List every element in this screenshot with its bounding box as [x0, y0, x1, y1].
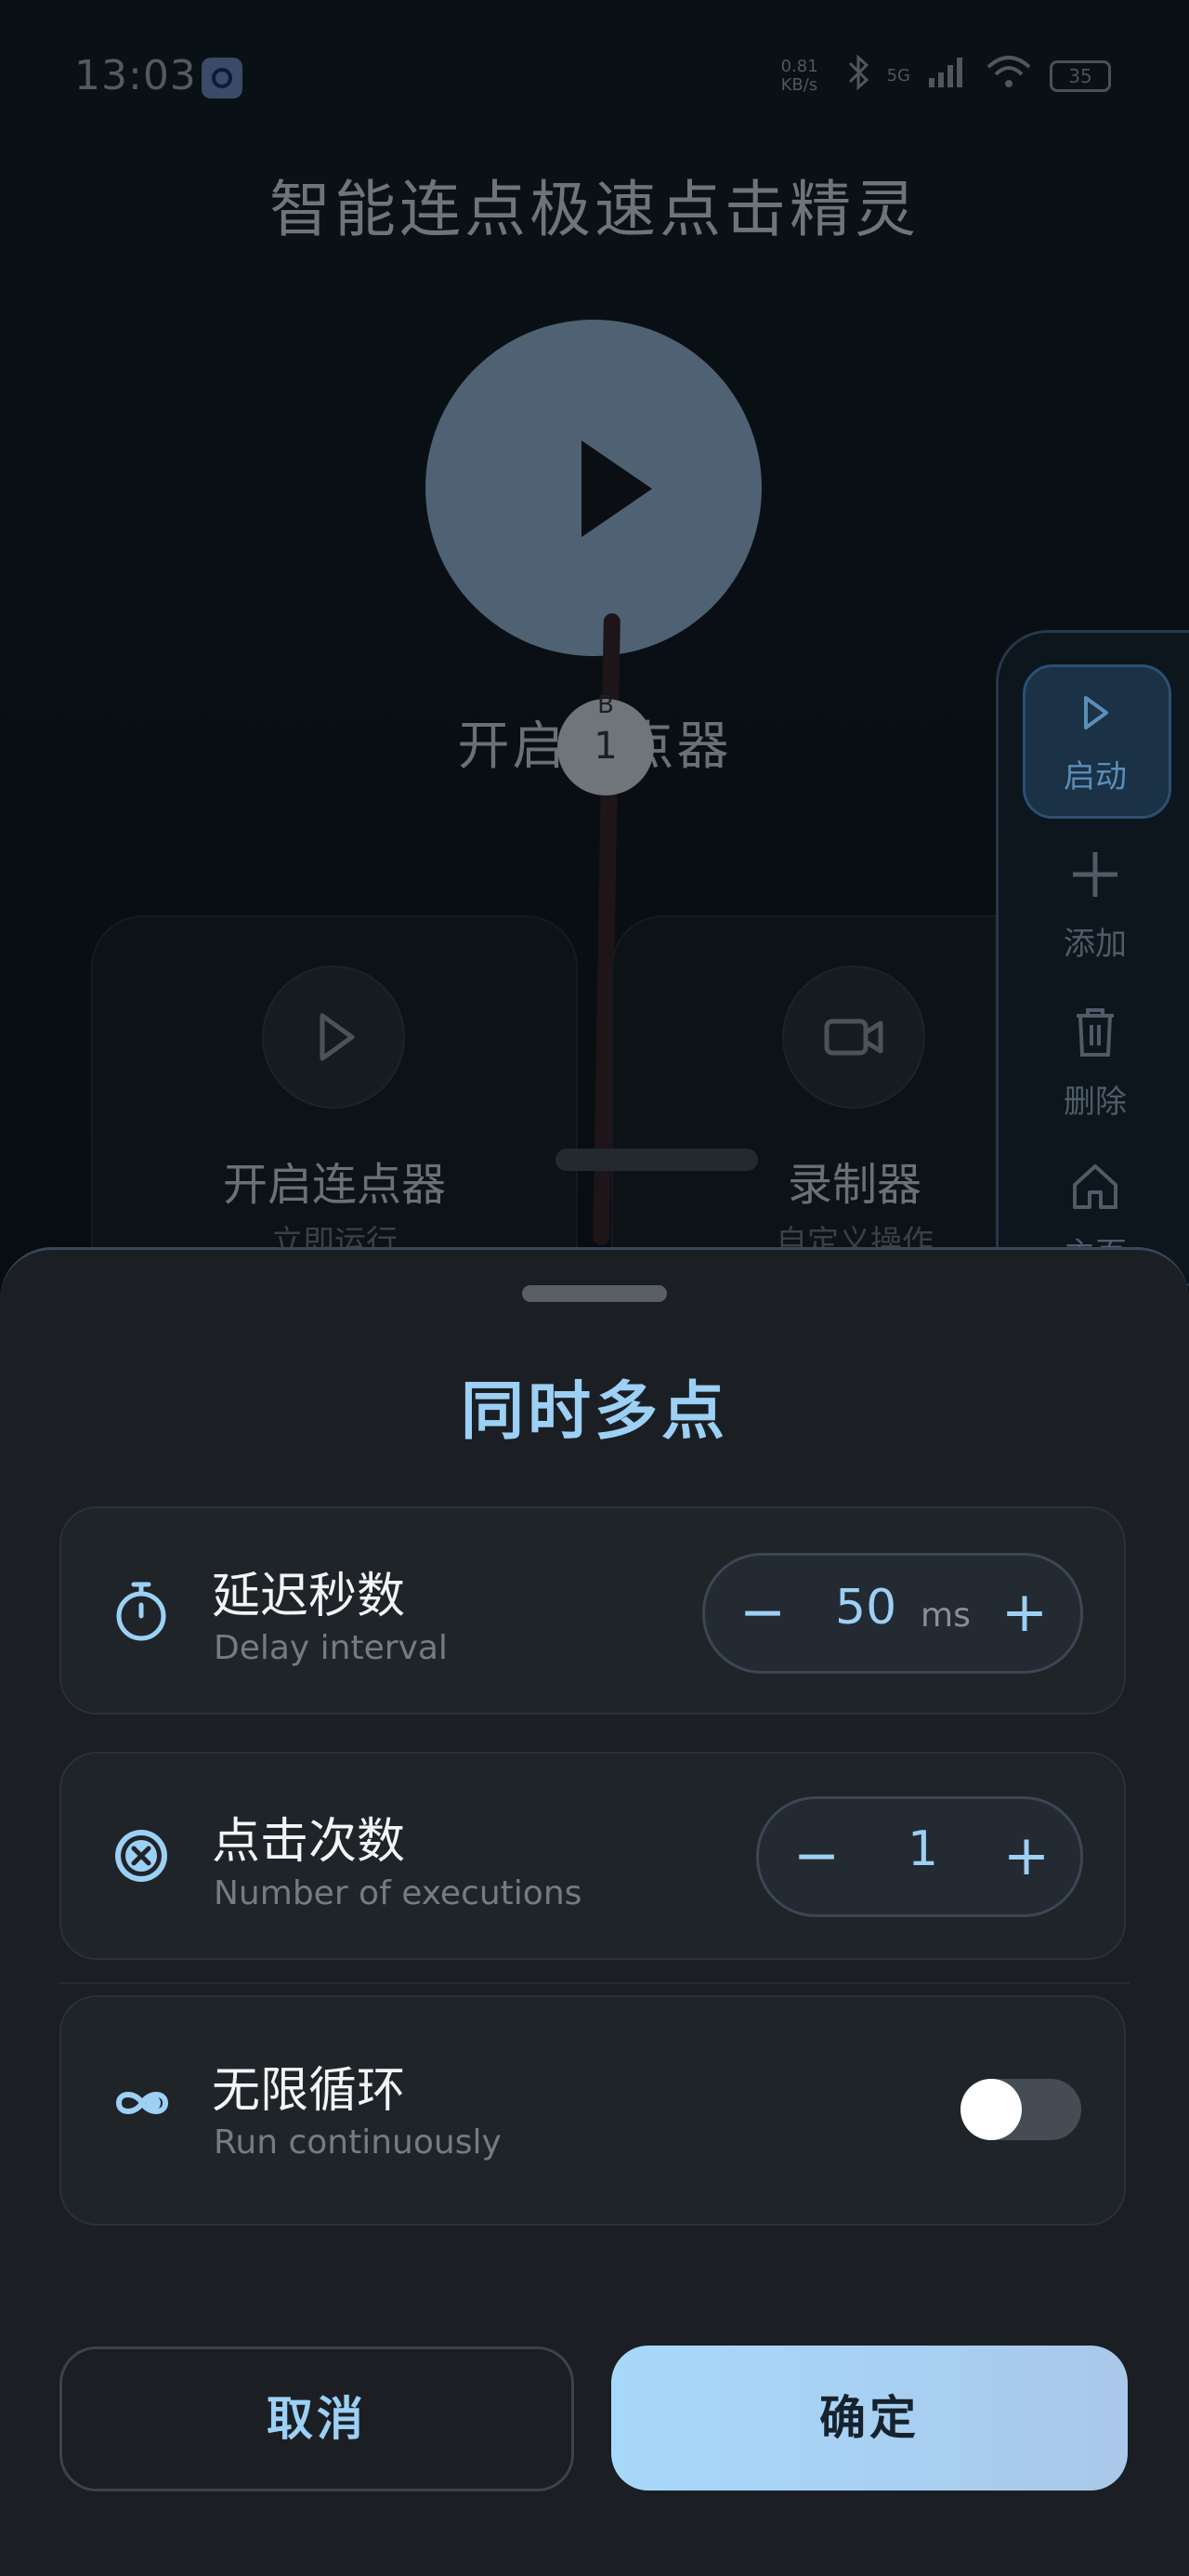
executions-decrement-button[interactable]: − [770, 1799, 863, 1914]
row-title: 延迟秒数 [212, 1569, 406, 1624]
row-title: 无限循环 [212, 2063, 406, 2119]
delay-stepper: − 50 ms + [702, 1553, 1083, 1674]
delay-value[interactable]: 50 [835, 1580, 896, 1636]
row-title: 点击次数 [212, 1814, 406, 1870]
delay-row: 延迟秒数 Delay interval − 50 ms + [59, 1506, 1126, 1715]
timer-icon [111, 1579, 171, 1648]
sheet-divider [59, 1982, 1130, 1984]
cancel-button[interactable]: 取消 [59, 2346, 574, 2491]
row-subtitle: Run continuously [214, 2123, 502, 2162]
delay-decrement-button[interactable]: − [716, 1556, 809, 1671]
toggle-knob [960, 2079, 1022, 2140]
executions-value[interactable]: 1 [908, 1821, 938, 1877]
row-subtitle: Delay interval [214, 1629, 448, 1667]
row-subtitle: Number of executions [214, 1874, 582, 1912]
confirm-button[interactable]: 确定 [611, 2346, 1128, 2491]
executions-stepper: − 1 + [756, 1796, 1083, 1917]
infinite-loop-toggle[interactable] [960, 2079, 1081, 2140]
executions-increment-button[interactable]: + [980, 1799, 1073, 1914]
sheet-title: 同时多点 [460, 1375, 728, 1449]
infinity-icon [111, 2083, 173, 2127]
delay-unit: ms [921, 1597, 971, 1635]
delay-increment-button[interactable]: + [978, 1556, 1071, 1671]
sheet-grabber[interactable] [522, 1285, 667, 1302]
infinite-loop-row: 无限循环 Run continuously [59, 1995, 1126, 2226]
close-circle-icon [111, 1826, 171, 1889]
executions-row: 点击次数 Number of executions − 1 + [59, 1752, 1126, 1960]
